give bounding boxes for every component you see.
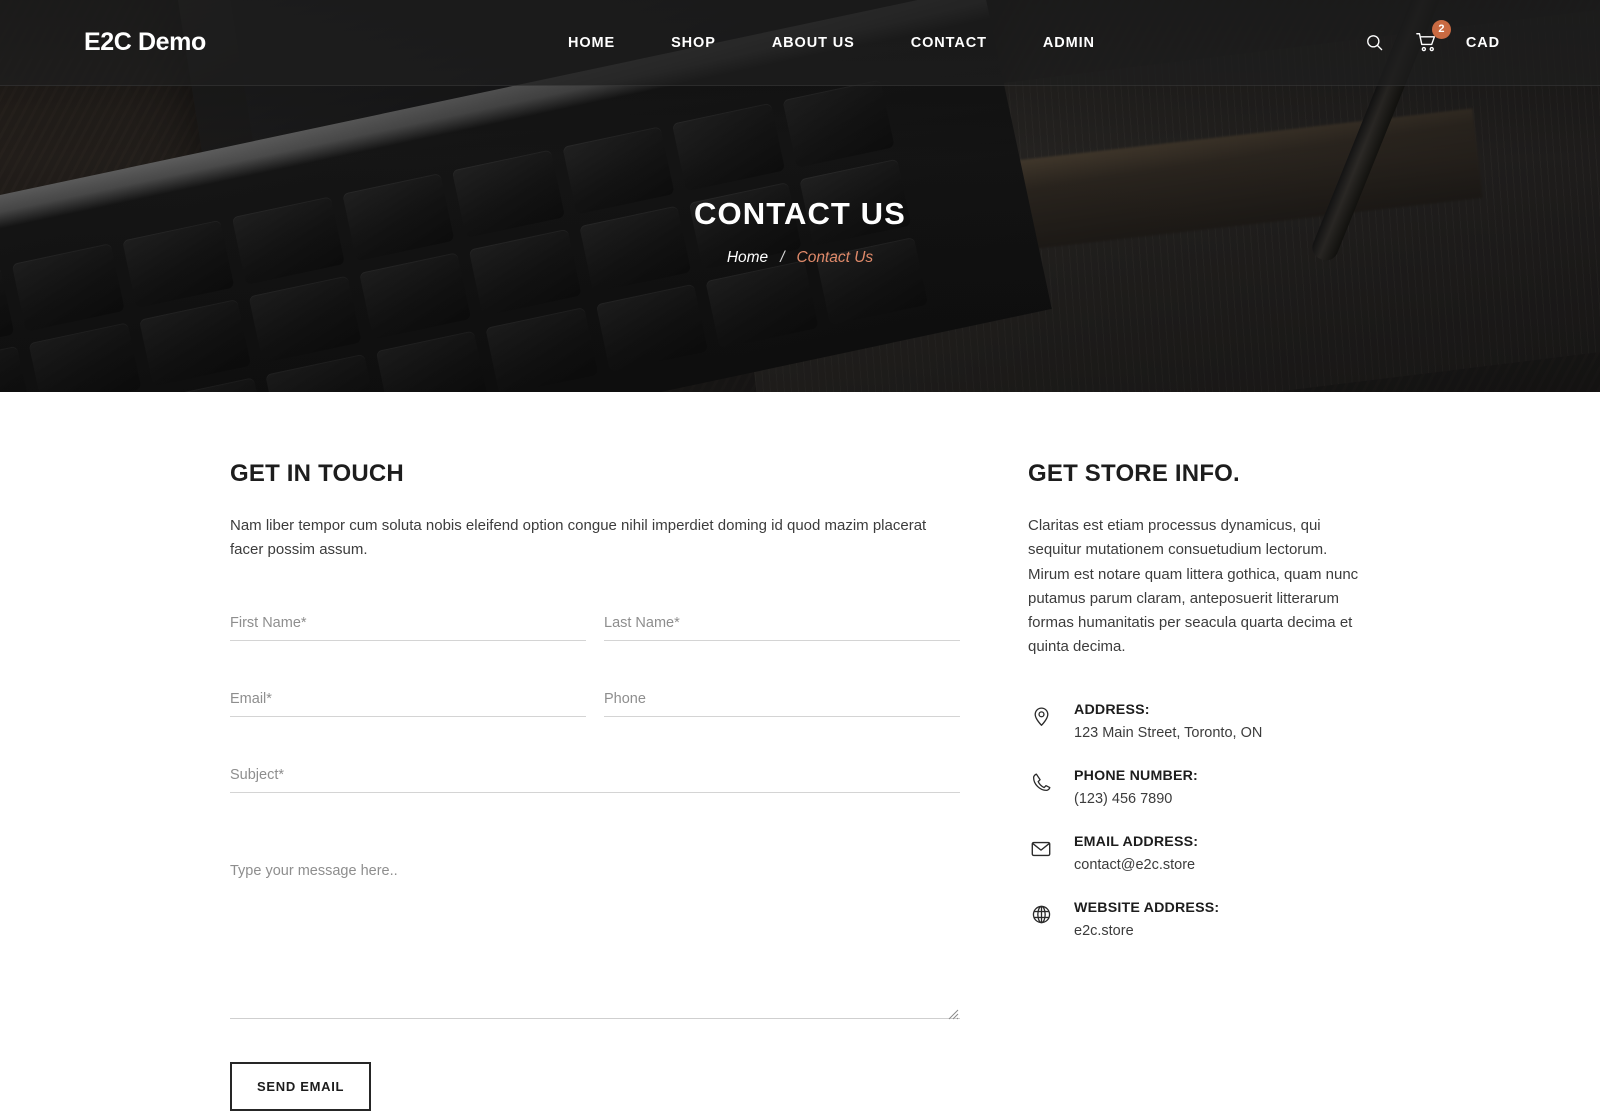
store-info-paragraph: Claritas est etiam processus dynamicus, … — [1028, 517, 1359, 656]
email-field — [230, 684, 586, 717]
currency-selector[interactable]: CAD — [1466, 35, 1500, 51]
map-pin-icon — [1028, 706, 1054, 727]
get-in-touch-paragraph: Nam liber tempor cum soluta nobis eleife… — [230, 517, 927, 559]
search-button[interactable] — [1362, 30, 1388, 56]
get-in-touch-section: GET IN TOUCH Nam liber tempor cum soluta… — [230, 460, 960, 1111]
store-info-section: GET STORE INFO. Claritas est etiam proce… — [960, 460, 1370, 1111]
last-name-input[interactable] — [604, 608, 960, 641]
hero-banner: E2C Demo HOME SHOP ABOUT US CONTACT ADMI… — [0, 0, 1600, 392]
store-info-title: GET STORE INFO. — [1028, 460, 1240, 487]
email-input[interactable] — [230, 684, 586, 717]
subject-input[interactable] — [230, 760, 960, 793]
info-value-website: e2c.store — [1074, 922, 1134, 939]
cart-button[interactable]: 2 — [1414, 19, 1451, 56]
info-item-address: ADDRESS: 123 Main Street, Toronto, ON — [1028, 702, 1370, 741]
info-value-phone: (123) 456 7890 — [1074, 790, 1173, 807]
info-text-phone: PHONE NUMBER: (123) 456 7890 — [1074, 768, 1198, 807]
info-text-address: ADDRESS: 123 Main Street, Toronto, ON — [1074, 702, 1262, 741]
form-row-name — [230, 608, 960, 685]
globe-icon — [1028, 904, 1054, 925]
get-in-touch-title: GET IN TOUCH — [230, 460, 404, 487]
breadcrumb-current: Contact Us — [796, 249, 874, 266]
contact-form: SEND EMAIL — [230, 608, 960, 1111]
hero-text-block: CONTACT US Home / Contact Us — [0, 196, 1600, 267]
subject-field — [230, 760, 960, 793]
site-logo[interactable]: E2C Demo — [84, 28, 206, 57]
envelope-icon — [1028, 838, 1054, 860]
nav-item-home[interactable]: HOME — [540, 35, 643, 51]
breadcrumb: Home / Contact Us — [0, 249, 1600, 267]
info-item-website: WEBSITE ADDRESS: e2c.store — [1028, 900, 1370, 939]
first-name-field — [230, 608, 586, 641]
send-email-button[interactable]: SEND EMAIL — [230, 1061, 372, 1111]
last-name-field — [604, 608, 960, 641]
info-label-address: ADDRESS: — [1074, 701, 1150, 718]
nav-item-contact[interactable]: CONTACT — [883, 35, 1015, 51]
form-row-subject — [230, 760, 960, 837]
phone-input[interactable] — [604, 684, 960, 717]
breadcrumb-home[interactable]: Home — [727, 249, 768, 267]
info-item-phone: PHONE NUMBER: (123) 456 7890 — [1028, 768, 1370, 807]
nav-item-shop[interactable]: SHOP — [643, 35, 744, 51]
main-content: GET IN TOUCH Nam liber tempor cum soluta… — [0, 392, 1600, 1111]
page-title: CONTACT US — [694, 196, 906, 231]
phone-icon — [1028, 772, 1054, 793]
info-label-phone: PHONE NUMBER: — [1074, 767, 1198, 784]
message-field — [230, 856, 960, 1024]
info-text-email: EMAIL ADDRESS: contact@e2c.store — [1074, 834, 1198, 873]
phone-field — [604, 684, 960, 717]
top-navigation-bar: E2C Demo HOME SHOP ABOUT US CONTACT ADMI… — [0, 0, 1600, 86]
info-label-website: WEBSITE ADDRESS: — [1074, 899, 1220, 916]
search-icon — [1367, 35, 1383, 51]
info-value-email: contact@e2c.store — [1074, 856, 1196, 873]
info-text-website: WEBSITE ADDRESS: e2c.store — [1074, 900, 1219, 939]
first-name-input[interactable] — [230, 608, 586, 641]
info-label-email: EMAIL ADDRESS: — [1074, 833, 1199, 850]
cart-count-badge: 2 — [1431, 19, 1451, 39]
form-row-contact — [230, 684, 960, 761]
nav-item-about-us[interactable]: ABOUT US — [744, 35, 883, 51]
nav-item-admin[interactable]: ADMIN — [1015, 35, 1123, 51]
breadcrumb-separator: / — [780, 249, 785, 266]
nav-actions: 2 CAD — [1362, 19, 1500, 56]
info-item-email: EMAIL ADDRESS: contact@e2c.store — [1028, 834, 1370, 873]
main-nav: HOME SHOP ABOUT US CONTACT ADMIN — [540, 35, 1123, 51]
message-textarea[interactable] — [230, 856, 960, 1019]
info-value-address: 123 Main Street, Toronto, ON — [1074, 724, 1263, 741]
store-info-list: ADDRESS: 123 Main Street, Toronto, ON PH… — [1028, 702, 1370, 939]
content-container: GET IN TOUCH Nam liber tempor cum soluta… — [230, 460, 1370, 1111]
